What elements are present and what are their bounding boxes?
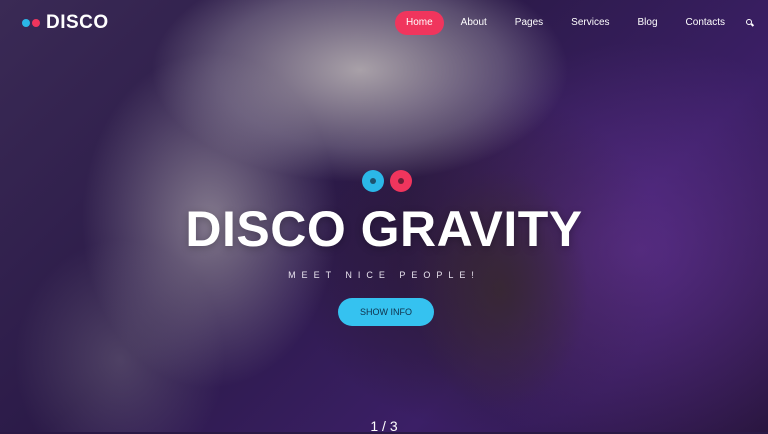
hero-title: DISCO GRAVITY — [185, 201, 583, 257]
hero-red-dot — [390, 170, 412, 192]
nav-item-about[interactable]: About — [450, 11, 498, 35]
top-navbar: DISCO Home About Pages Services Blog Con… — [0, 0, 768, 46]
hero-subtitle: MEET NICE PEOPLE! — [288, 270, 480, 280]
site-logo[interactable]: DISCO — [22, 12, 109, 34]
nav-item-services[interactable]: Services — [560, 11, 620, 35]
nav-item-blog[interactable]: Blog — [627, 11, 669, 35]
search-icon-handle — [750, 23, 755, 27]
brand-name: DISCO — [46, 12, 109, 33]
logo-blue-dot — [22, 19, 30, 27]
show-info-button[interactable]: SHOW INFO — [338, 298, 434, 326]
hero-logo-mark-icon — [362, 170, 412, 192]
nav-item-pages[interactable]: Pages — [504, 11, 554, 35]
nav-item-home[interactable]: Home — [394, 11, 444, 35]
dancer-image — [380, 150, 620, 432]
nav-item-contacts[interactable]: Contacts — [675, 11, 736, 35]
main-menu: Home About Pages Services Blog Contacts — [389, 11, 756, 35]
hero-blue-dot — [362, 170, 384, 192]
search-icon[interactable] — [744, 17, 756, 29]
logo-mark-icon — [22, 19, 40, 27]
logo-red-dot — [32, 19, 40, 27]
